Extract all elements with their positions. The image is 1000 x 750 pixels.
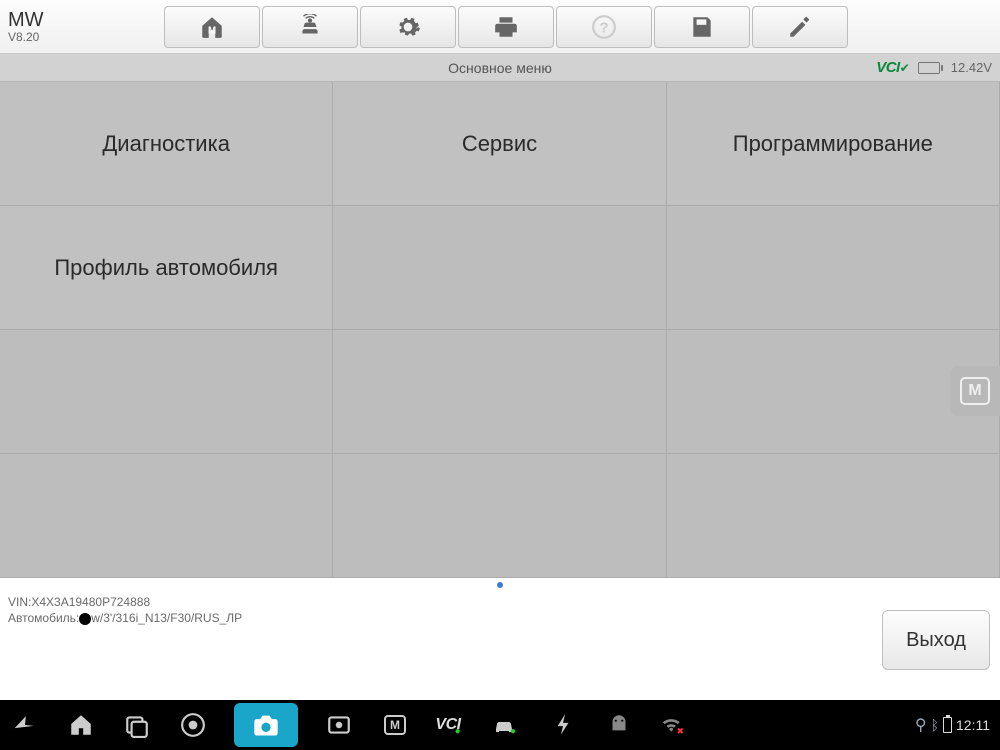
home-m-icon: M xyxy=(199,14,225,40)
edit-button[interactable] xyxy=(752,6,848,48)
menu-item-programming[interactable]: Программирование xyxy=(667,82,1000,206)
menu-cell-empty xyxy=(0,454,333,578)
page-dot-active xyxy=(497,582,503,588)
back-button[interactable] xyxy=(10,710,40,740)
android-nav-button[interactable] xyxy=(604,710,634,740)
menu-item-vehicle-profile[interactable]: Профиль автомобиля xyxy=(0,206,333,330)
m-box-icon: M xyxy=(384,715,406,735)
exit-button[interactable]: Выход xyxy=(882,610,990,670)
redacted-dot-icon xyxy=(79,613,91,625)
power-nav-button[interactable] xyxy=(548,710,578,740)
save-button[interactable] xyxy=(654,6,750,48)
chrome-icon xyxy=(180,712,206,738)
printer-icon xyxy=(493,14,519,40)
floating-m-button[interactable]: M xyxy=(950,366,1000,416)
svg-text:M: M xyxy=(208,25,216,36)
vehicle-scan-button[interactable] xyxy=(262,6,358,48)
system-tray: ⚲ ᛒ 12:11 xyxy=(915,715,990,735)
footer-info: VIN:X4X3A19480P724888 Автомобиль:w/3'/31… xyxy=(0,592,1000,700)
settings-button[interactable] xyxy=(360,6,456,48)
recent-icon xyxy=(124,712,150,738)
top-toolbar: MW V8.20 M ? xyxy=(0,0,1000,54)
android-icon xyxy=(606,712,632,738)
menu-cell-empty xyxy=(333,330,666,454)
pencil-icon xyxy=(787,14,813,40)
menu-item-service[interactable]: Сервис xyxy=(333,82,666,206)
brand-title: MW xyxy=(8,10,164,30)
home-icon xyxy=(68,712,94,738)
print-button[interactable] xyxy=(458,6,554,48)
vci-indicator: VCI✔ xyxy=(876,59,910,76)
menu-cell-empty xyxy=(333,454,666,578)
maxisys-home-button[interactable]: M xyxy=(380,710,410,740)
status-bar: Основное меню VCI✔ 12.42V xyxy=(0,54,1000,82)
main-menu-grid: Диагностика Сервис Программирование Проф… xyxy=(0,82,1000,578)
clock: 12:11 xyxy=(956,717,990,733)
bluetooth-connected-icon: ᛒ xyxy=(931,717,939,733)
toolbar-buttons: M ? xyxy=(164,6,848,48)
brand-block: MW V8.20 xyxy=(4,10,164,44)
menu-cell-empty xyxy=(667,454,1000,578)
android-nav-bar: M VCI● ● ✖ ⚲ ᛒ 12:11 xyxy=(0,700,1000,750)
page-indicator xyxy=(0,578,1000,592)
vci-nav-button[interactable]: VCI● xyxy=(436,710,466,740)
battery-tray-icon xyxy=(943,717,952,733)
home-button[interactable]: M xyxy=(164,6,260,48)
wifi-nav-button[interactable]: ✖ xyxy=(660,710,690,740)
bolt-icon xyxy=(550,712,576,738)
gear-icon xyxy=(395,14,421,40)
menu-cell-empty xyxy=(667,206,1000,330)
back-arrow-icon xyxy=(12,712,38,738)
battery-icon xyxy=(918,62,943,74)
help-icon: ? xyxy=(591,14,617,40)
menu-cell-empty xyxy=(0,330,333,454)
recent-apps-button[interactable] xyxy=(122,710,152,740)
camera-button[interactable] xyxy=(234,703,298,747)
menu-item-diagnostics[interactable]: Диагностика xyxy=(0,82,333,206)
floppy-icon xyxy=(689,14,715,40)
vehicle-scan-icon xyxy=(297,14,323,40)
nav-home-button[interactable] xyxy=(66,710,96,740)
brightness-icon xyxy=(326,712,352,738)
vehicle-row: Автомобиль:w/3'/316i_N13/F30/RUS_ЛР xyxy=(8,610,992,626)
brand-version: V8.20 xyxy=(8,30,164,44)
vin-row: VIN:X4X3A19480P724888 xyxy=(8,594,992,610)
chrome-button[interactable] xyxy=(178,710,208,740)
page-title: Основное меню xyxy=(448,60,552,76)
svg-text:?: ? xyxy=(599,19,608,36)
camera-icon xyxy=(252,711,280,739)
brightness-button[interactable] xyxy=(324,710,354,740)
bluetooth-icon: ⚲ xyxy=(915,715,927,735)
help-button[interactable]: ? xyxy=(556,6,652,48)
m-icon: M xyxy=(960,377,990,405)
voltage-readout: 12.42V xyxy=(951,60,992,75)
menu-cell-empty xyxy=(333,206,666,330)
vehicle-nav-button[interactable]: ● xyxy=(492,710,522,740)
